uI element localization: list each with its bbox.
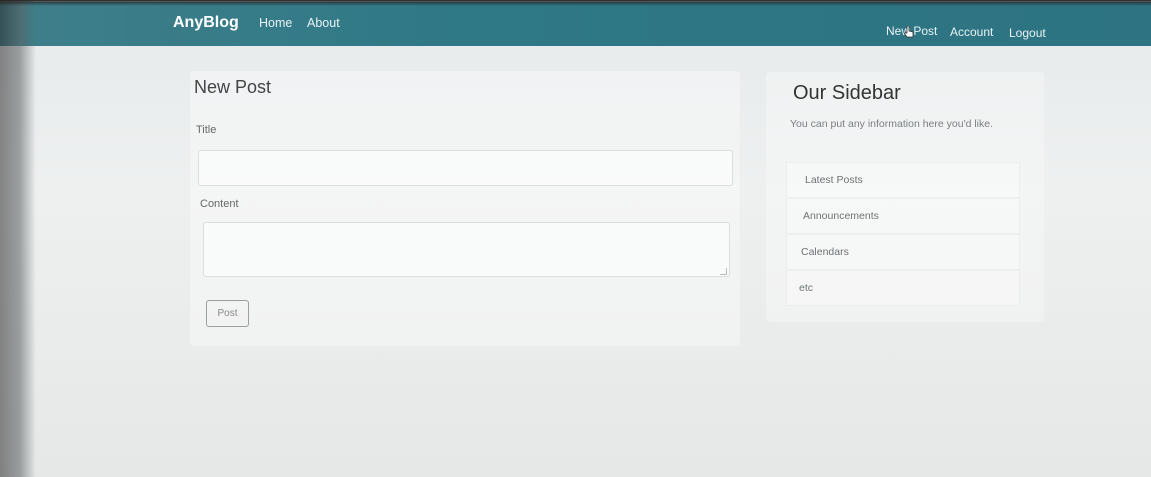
title-input[interactable]	[198, 150, 733, 186]
sidebar-item-etc[interactable]: etc	[786, 270, 1020, 306]
nav-home-link[interactable]: Home	[259, 16, 292, 30]
sidebar-list: Latest Posts Announcements Calendars etc	[786, 162, 1020, 306]
content-textarea[interactable]	[203, 222, 730, 277]
nav-logout-link[interactable]: Logout	[1009, 26, 1046, 40]
navbar: AnyBlog Home About New Post Account Logo…	[0, 2, 1151, 46]
browser-viewport: AnyBlog Home About New Post Account Logo…	[0, 0, 1151, 477]
brand-logo[interactable]: AnyBlog	[173, 14, 239, 32]
sidebar-item-calendars[interactable]: Calendars	[786, 234, 1020, 270]
sidebar-title: Our Sidebar	[793, 82, 901, 104]
post-button[interactable]: Post	[206, 300, 249, 327]
nav-about-link[interactable]: About	[307, 16, 340, 30]
nav-account-link[interactable]: Account	[950, 25, 993, 39]
title-label: Title	[196, 124, 217, 136]
new-post-form-card	[189, 70, 741, 347]
sidebar-item-announcements[interactable]: Announcements	[786, 198, 1020, 234]
form-title: New Post	[194, 77, 272, 97]
monitor-bezel-top	[0, 0, 1151, 6]
content-label: Content	[200, 198, 239, 210]
sidebar-description: You can put any information here you'd l…	[790, 118, 993, 130]
textarea-resize-handle[interactable]	[720, 268, 727, 275]
sidebar-item-latest-posts[interactable]: Latest Posts	[786, 162, 1020, 198]
monitor-bezel-left	[0, 0, 36, 477]
mouse-pointer-icon	[904, 26, 914, 38]
